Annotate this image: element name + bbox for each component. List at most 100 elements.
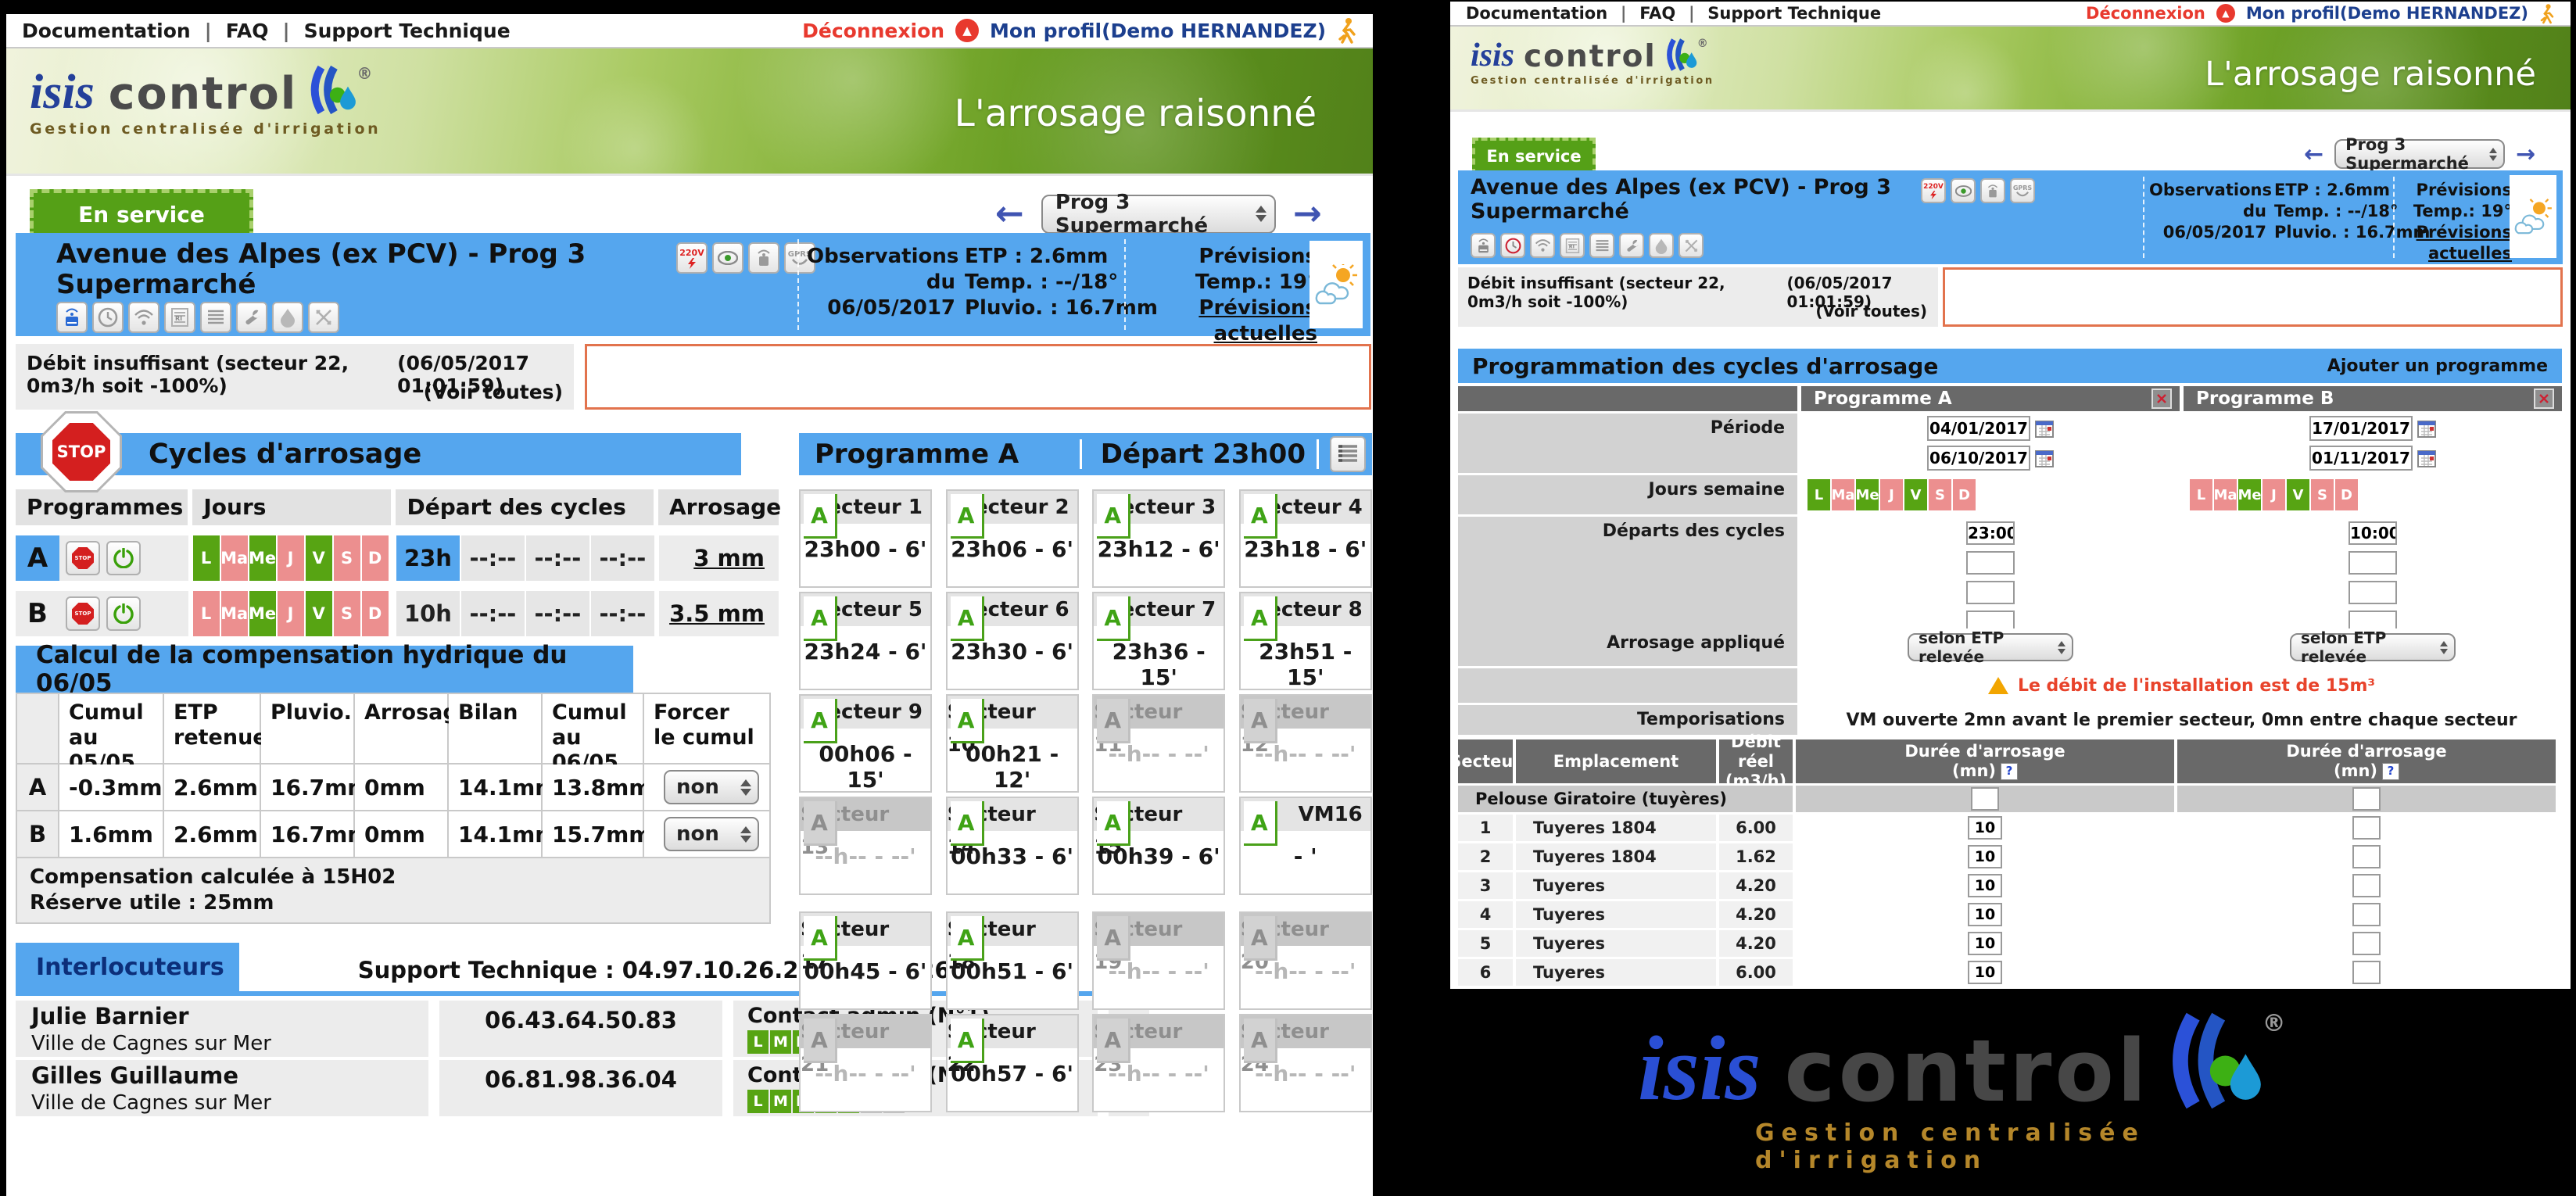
duree-input[interactable] bbox=[1968, 903, 2002, 926]
cycle-start-input[interactable] bbox=[2348, 551, 2397, 575]
sector-card[interactable]: ASecteur 12--h-- - --' bbox=[1239, 694, 1372, 793]
periode-end-input[interactable] bbox=[2309, 446, 2413, 471]
power-icon[interactable] bbox=[106, 541, 141, 575]
nav-documentation[interactable]: Documentation bbox=[22, 20, 191, 42]
calendar-icon[interactable] bbox=[2035, 449, 2054, 467]
wifi-icon[interactable] bbox=[128, 302, 159, 333]
sector-card[interactable]: ASecteur 423h18 - 6' bbox=[1239, 489, 1372, 588]
duree-input[interactable] bbox=[2352, 845, 2381, 868]
clock-icon[interactable] bbox=[1500, 233, 1525, 258]
day-toggle[interactable]: Ma bbox=[1832, 479, 1854, 510]
sector-card[interactable]: ASecteur 623h30 - 6' bbox=[946, 592, 1079, 690]
delete-program-icon[interactable] bbox=[2534, 389, 2554, 409]
nav-faq[interactable]: FAQ bbox=[226, 20, 269, 42]
wrench-icon[interactable] bbox=[236, 302, 267, 333]
power-220v-icon[interactable]: 220V bbox=[1921, 178, 1946, 203]
sector-card[interactable]: ASecteur 11--h-- - --' bbox=[1092, 694, 1225, 793]
delete-program-icon[interactable] bbox=[2151, 389, 2172, 409]
day-toggle[interactable]: S bbox=[2311, 479, 2334, 510]
sector-card[interactable]: ASecteur 23--h-- - --' bbox=[1092, 1014, 1225, 1112]
profile-link[interactable]: Mon profil(Demo HERNANDEZ) bbox=[2246, 4, 2528, 23]
duree-input[interactable] bbox=[1968, 961, 2002, 984]
sector-card[interactable]: ASecteur 223h06 - 6' bbox=[946, 489, 1079, 588]
program-badge[interactable]: B bbox=[16, 591, 59, 636]
eye-icon[interactable] bbox=[712, 242, 743, 274]
force-cumul-select[interactable]: non bbox=[664, 770, 759, 804]
crossed-lines-icon[interactable] bbox=[308, 302, 339, 333]
day-toggle[interactable]: V bbox=[1904, 479, 1927, 510]
logout-link[interactable]: Déconnexion bbox=[802, 20, 944, 42]
cycle-start-input[interactable] bbox=[2348, 581, 2397, 604]
day-toggle[interactable]: V bbox=[2287, 479, 2309, 510]
sector-card[interactable]: ASecteur 123h00 - 6' bbox=[799, 489, 932, 588]
sector-card[interactable]: ASecteur 1500h39 - 6' bbox=[1092, 797, 1225, 895]
previsions-link[interactable]: Prévisions actuelles bbox=[1198, 296, 1317, 346]
next-program-arrow[interactable]: → bbox=[2516, 141, 2535, 168]
day-toggle[interactable]: S bbox=[1929, 479, 1951, 510]
force-cumul-select[interactable]: non bbox=[664, 817, 759, 851]
previsions-link[interactable]: Prévisions actuelles bbox=[2417, 223, 2512, 263]
sector-card[interactable]: ASecteur 1400h33 - 6' bbox=[946, 797, 1079, 895]
power-220v-icon[interactable]: 220V bbox=[676, 242, 708, 274]
logout-icon[interactable]: ▲ bbox=[2216, 4, 2235, 23]
sector-card[interactable]: ASecteur 13--h-- - --' bbox=[799, 797, 932, 895]
help-icon[interactable]: ? bbox=[2382, 763, 2399, 780]
group-duree-input[interactable] bbox=[2352, 787, 2381, 811]
arrosage-amount-link[interactable]: 3.5 mm bbox=[669, 600, 765, 627]
day-toggle[interactable]: L bbox=[1807, 479, 1830, 510]
sector-card[interactable]: ASecteur 1700h45 - 6' bbox=[799, 911, 932, 1010]
duree-input[interactable] bbox=[1968, 845, 2002, 868]
duree-input[interactable] bbox=[1968, 932, 2002, 955]
logout-icon[interactable]: ▲ bbox=[955, 19, 979, 42]
day-toggle[interactable]: J bbox=[2263, 479, 2285, 510]
report-ri-icon[interactable]: RI bbox=[164, 302, 195, 333]
water-drop-icon[interactable] bbox=[272, 302, 303, 333]
sector-card[interactable]: ASecteur 523h24 - 6' bbox=[799, 592, 932, 690]
gprs-icon[interactable]: GPRS bbox=[2010, 178, 2035, 203]
prev-program-arrow[interactable]: ← bbox=[995, 194, 1024, 234]
sector-card[interactable]: ASecteur 24--h-- - --' bbox=[1239, 1014, 1372, 1112]
sector-card[interactable]: ASecteur 21--h-- - --' bbox=[799, 1014, 932, 1112]
logout-link[interactable]: Déconnexion bbox=[2086, 4, 2205, 23]
day-toggle[interactable]: D bbox=[1953, 479, 1976, 510]
periode-end-input[interactable] bbox=[1927, 446, 2030, 471]
report-list-icon[interactable] bbox=[1330, 436, 1366, 472]
day-toggle[interactable]: D bbox=[2335, 479, 2358, 510]
list-icon[interactable] bbox=[1589, 233, 1614, 258]
sector-card[interactable]: ASecteur 723h36 - 15' bbox=[1092, 592, 1225, 690]
sector-card[interactable]: ASecteur 823h51 - 15' bbox=[1239, 592, 1372, 690]
program-select[interactable]: Prog 3 Supermarché bbox=[2334, 139, 2505, 169]
group-duree-input[interactable] bbox=[1971, 787, 1999, 811]
sector-card[interactable]: AVM16- ' bbox=[1239, 797, 1372, 895]
program-select[interactable]: Prog 3 Supermarché bbox=[1041, 195, 1276, 234]
duree-input[interactable] bbox=[2352, 932, 2381, 955]
antenna-icon[interactable] bbox=[748, 242, 779, 274]
calendar-icon[interactable] bbox=[2417, 449, 2436, 467]
alert-see-all-link[interactable]: (Voir toutes) bbox=[424, 381, 563, 403]
arrosage-mode-select[interactable]: selon ETP relevée bbox=[1908, 633, 2073, 661]
duree-input[interactable] bbox=[1968, 874, 2002, 897]
power-icon[interactable] bbox=[106, 596, 141, 631]
arrosage-mode-select[interactable]: selon ETP relevée bbox=[2290, 633, 2456, 661]
sector-card[interactable]: ASecteur 1800h51 - 6' bbox=[946, 911, 1079, 1010]
add-program-link[interactable]: Ajouter un programme bbox=[2327, 356, 2548, 376]
stop-program-icon[interactable]: STOP bbox=[66, 596, 100, 631]
day-toggle[interactable]: L bbox=[2190, 479, 2212, 510]
duree-input[interactable] bbox=[1968, 816, 2002, 840]
cycle-start-input[interactable] bbox=[1966, 521, 2015, 545]
duree-input[interactable] bbox=[2352, 816, 2381, 840]
periode-start-input[interactable] bbox=[2309, 416, 2413, 441]
next-program-arrow[interactable]: → bbox=[1293, 194, 1322, 234]
help-icon[interactable]: ? bbox=[2001, 763, 2018, 780]
cycle-start-input[interactable] bbox=[1966, 581, 2015, 604]
day-toggle[interactable]: Ma bbox=[2214, 479, 2237, 510]
duree-input[interactable] bbox=[2352, 903, 2381, 926]
day-toggle[interactable]: Me bbox=[1856, 479, 1879, 510]
sector-card[interactable]: ASecteur 19--h-- - --' bbox=[1092, 911, 1225, 1010]
day-toggle[interactable]: J bbox=[1880, 479, 1903, 510]
sector-card[interactable]: ASecteur 900h06 - 15' bbox=[799, 694, 932, 793]
duree-input[interactable] bbox=[2352, 874, 2381, 897]
duree-input[interactable] bbox=[2352, 961, 2381, 984]
nav-faq[interactable]: FAQ bbox=[1639, 4, 1675, 23]
periode-start-input[interactable] bbox=[1927, 416, 2030, 441]
